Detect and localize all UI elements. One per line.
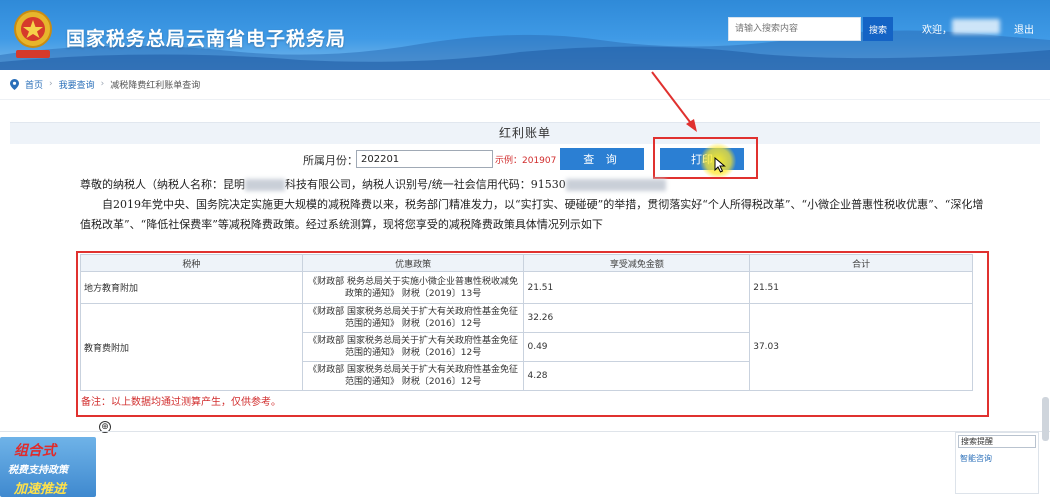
site-header: 国家税务总局云南省电子税务局 搜索 欢迎， 退出 — [0, 0, 1050, 70]
letter-text: 尊敬的纳税人（纳税人名称：昆明 — [80, 178, 245, 191]
scrollbar[interactable] — [1042, 397, 1049, 441]
column-header: 享受减免金额 — [523, 254, 751, 272]
tax-bureau-page: 国家税务总局云南省电子税务局 搜索 欢迎， 退出 首页 › 我要查询 › 减税降… — [0, 0, 1050, 500]
breadcrumb-separator: › — [49, 79, 53, 89]
tax-type-cell: 地方教育附加 — [80, 271, 303, 304]
floating-help-widget: 搜索提醒 智能咨询 — [955, 432, 1039, 494]
table-row: 教育费附加 《财政部 国家税务总局关于扩大有关政府性基金免征范围的通知》 财税〔… — [80, 303, 973, 391]
policy-cell: 《财政部 国家税务总局关于扩大有关政府性基金免征范围的通知》 财税〔2016〕1… — [301, 332, 525, 362]
promo-banner[interactable]: 组合式 税费支持政策 加速推进 — [0, 437, 96, 497]
total-cell: 21.51 — [749, 271, 973, 304]
total-cell: 37.03 — [749, 303, 973, 391]
column-header: 优惠政策 — [301, 254, 525, 272]
table-note: 备注：以上数据均通过测算产生，仅供参考。 — [81, 397, 281, 408]
footer-divider — [0, 431, 1050, 432]
tax-benefit-table: 税种 优惠政策 享受减免金额 合计 地方教育附加 《财政部 税务总局关于实施小微… — [80, 254, 973, 391]
breadcrumb-home[interactable]: 首页 — [25, 78, 43, 91]
policy-cell: 《财政部 国家税务总局关于扩大有关政府性基金免征范围的通知》 财税〔2016〕1… — [301, 361, 525, 391]
period-label: 所属月份： — [303, 154, 358, 167]
policy-cell: 《财政部 税务总局关于实施小微企业普惠性税收减免政策的通知》 财税〔2019〕1… — [301, 271, 525, 304]
column-header: 税种 — [80, 254, 303, 272]
breadcrumb-separator: › — [100, 79, 105, 89]
breadcrumb-divider — [0, 99, 1050, 100]
redacted-name — [245, 179, 285, 191]
widget-link[interactable]: 智能咨询 — [960, 453, 992, 464]
letter-text: 科技有限公司，纳税人识别号/统一社会信用代码：91530 — [285, 178, 566, 191]
table-row: 地方教育附加 《财政部 税务总局关于实施小微企业普惠性税收减免政策的通知》 财税… — [80, 271, 973, 304]
table-header-row: 税种 优惠政策 享受减免金额 合计 — [80, 254, 973, 272]
red-arrow-annotation — [651, 71, 697, 132]
notice-letter: 尊敬的纳税人（纳税人名称：昆明 科技有限公司，纳税人识别号/统一社会信用代码：91… — [80, 175, 985, 235]
amount-cell: 4.28 — [523, 361, 751, 391]
welcome-text: 欢迎， — [922, 25, 952, 36]
search-input[interactable] — [728, 17, 861, 41]
query-button[interactable]: 查 询 — [560, 148, 644, 170]
promo-line-2: 税费支持政策 — [8, 465, 68, 476]
search-button[interactable]: 搜索 — [863, 17, 893, 41]
print-button-highlight-box — [653, 137, 758, 179]
location-pin-icon — [10, 78, 19, 90]
letter-line-1: 尊敬的纳税人（纳税人名称：昆明 科技有限公司，纳税人识别号/统一社会信用代码：91… — [80, 175, 985, 195]
tax-emblem-icon — [14, 10, 52, 58]
amount-cell: 32.26 — [523, 303, 751, 333]
site-title: 国家税务总局云南省电子税务局 — [66, 28, 347, 50]
policy-cell: 《财政部 国家税务总局关于扩大有关政府性基金免征范围的通知》 财税〔2016〕1… — [301, 303, 525, 333]
promo-line-3: 加速推进 — [14, 482, 67, 497]
breadcrumb: 首页 › 我要查询 › 减税降费红利账单查询 — [10, 77, 200, 91]
breadcrumb-query[interactable]: 我要查询 — [59, 78, 95, 91]
period-example-hint: 示例：201907 — [495, 156, 557, 166]
page-title: 红利账单 — [10, 122, 1040, 144]
breadcrumb-current: 减税降费红利账单查询 — [110, 80, 201, 91]
username-redacted — [952, 19, 1000, 34]
amount-cell: 21.51 — [523, 271, 751, 304]
amount-cell: 0.49 — [523, 332, 751, 362]
promo-line-1: 组合式 — [14, 443, 56, 459]
tax-type-cell: 教育费附加 — [80, 303, 303, 391]
logout-link[interactable]: 退出 — [1014, 21, 1034, 36]
period-input[interactable] — [356, 150, 493, 168]
redacted-tax-id — [565, 179, 666, 191]
letter-body: 自2019年党中央、国务院决定实施更大规模的减税降费以来，税务部门精准发力，以“… — [80, 198, 984, 231]
widget-input[interactable]: 搜索提醒 — [958, 435, 1036, 448]
column-header: 合计 — [749, 254, 973, 272]
